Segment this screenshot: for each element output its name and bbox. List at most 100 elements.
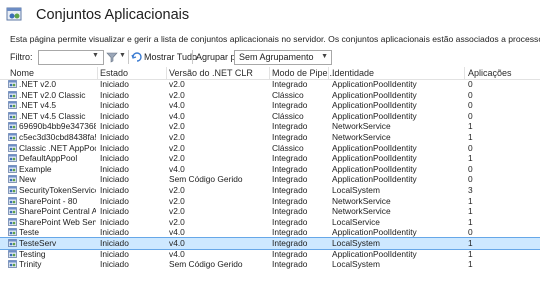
table-row[interactable]: SharePoint - 80 Iniciado v2.0 Integrado Netw… [0,196,540,207]
pool-name: TesteServ [19,237,57,248]
pool-pipeline-mode: Integrado [272,163,308,174]
table-row[interactable]: SharePoint Web Servi... Iniciado v2.0 Integ… [0,217,540,228]
pool-name: Classic .NET AppPool [19,142,96,153]
app-pool-icon [8,175,17,184]
pool-pipeline-mode: Integrado [272,79,308,89]
pool-clr-version: v2.0 [169,142,185,153]
table-row[interactable]: SharePoint Central Ad... Iniciado v2.0 Inte… [0,206,540,217]
table-row[interactable]: c5ec3d30cbd8438fa52... Iniciado v2.0 Integr… [0,132,540,143]
column-header-identity[interactable]: Identidade [332,68,374,78]
go-dropdown-icon[interactable]: ▼ [119,52,126,59]
pool-clr-version: v4.0 [169,237,185,248]
pool-applications: 0 [468,89,473,100]
column-header-name[interactable]: Nome [10,68,34,78]
show-all-button[interactable]: Mostrar Tudo [144,52,197,62]
column-header-applications[interactable]: Aplicações [468,68,512,78]
table-row[interactable]: Testing Iniciado v4.0 Integrado ApplicationP… [0,249,540,260]
pool-clr-version: v2.0 [169,206,185,217]
pool-state: Iniciado [100,174,129,185]
filter-dropdown-icon[interactable]: ▼ [92,52,99,59]
page-title: Conjuntos Aplicacionais [36,7,190,23]
pool-pipeline-mode: Integrado [272,184,308,195]
table-row[interactable]: Classic .NET AppPool Iniciado v2.0 Clássico… [0,143,540,154]
table-row[interactable]: .NET v4.5 Classic Iniciado v4.0 Clássico App… [0,111,540,122]
column-header-clr[interactable]: Versão do .NET CLR [169,68,253,78]
column-divider[interactable] [97,67,98,79]
page-header: Conjuntos Aplicacionais [0,0,540,30]
pool-identity: ApplicationPoolIdentity [332,227,417,238]
pool-applications: 0 [468,227,473,238]
column-header-state[interactable]: Estado [100,68,128,78]
pool-name: .NET v4.5 [19,100,57,111]
pool-identity: ApplicationPoolIdentity [332,142,417,153]
app-pool-icon [8,101,17,110]
pool-name: Trinity [19,259,42,270]
pool-clr-version: v2.0 [169,89,185,100]
show-all-icon[interactable] [131,51,143,63]
table-row[interactable]: .NET v2.0 Classic Iniciado v2.0 Clássico App… [0,90,540,101]
funnel-icon[interactable] [106,51,118,63]
groupby-select[interactable]: Sem Agrupamento ▼ [234,50,332,65]
pool-identity: LocalSystem [332,259,380,270]
pool-identity: NetworkService [332,121,391,132]
table-row[interactable]: TesteServ Iniciado v4.0 Integrado LocalSyste… [0,236,540,250]
pool-applications: 0 [468,142,473,153]
pool-state: Iniciado [100,259,129,270]
table-row[interactable]: Teste Iniciado v4.0 Integrado ApplicationPoo… [0,227,540,238]
table-row[interactable]: DefaultAppPool Iniciado v2.0 Integrado Appli… [0,153,540,164]
pool-name: SharePoint Web Servi... [19,216,96,227]
pool-applications: 0 [468,163,473,174]
pool-clr-version: Sem Código Gerido [169,174,243,185]
pool-state: Iniciado [100,89,129,100]
table-row[interactable]: SecurityTokenService... Iniciado v2.0 Integ… [0,185,540,196]
app-pool-icon [8,239,17,247]
pool-clr-version: v2.0 [169,184,185,195]
pool-identity: ApplicationPoolIdentity [332,163,417,174]
pool-applications: 0 [468,174,473,185]
pool-identity: ApplicationPoolIdentity [332,79,417,89]
app-pool-icon [8,249,17,258]
pool-clr-version: v2.0 [169,79,185,89]
pool-name: SharePoint Central Ad... [19,206,96,217]
pool-name: .NET v2.0 [19,79,57,89]
app-pool-icon [8,186,17,194]
pool-identity: ApplicationPoolIdentity [332,89,417,100]
pool-state: Iniciado [100,79,129,89]
app-pool-icon [8,90,17,99]
pool-identity: ApplicationPoolIdentity [332,153,417,164]
pool-name: SecurityTokenService... [19,184,96,195]
column-divider[interactable] [166,67,167,79]
pool-name: .NET v4.5 Classic [19,110,86,121]
table-row[interactable]: New Iniciado Sem Código Gerido Integrado App… [0,174,540,185]
pool-pipeline-mode: Integrado [272,206,308,217]
pool-clr-version: v4.0 [169,227,185,238]
column-divider[interactable] [269,67,270,79]
table-row[interactable]: .NET v4.5 Iniciado v4.0 Integrado Applicatio… [0,100,540,111]
pool-pipeline-mode: Integrado [272,248,308,259]
pool-pipeline-mode: Clássico [272,89,304,100]
pool-applications: 1 [468,121,473,132]
pool-clr-version: v2.0 [169,121,185,132]
pool-identity: LocalService [332,216,380,227]
pool-identity: NetworkService [332,206,391,217]
table-row[interactable]: .NET v2.0 Iniciado v2.0 Integrado Applicatio… [0,79,540,90]
app-pool-icon [8,228,17,237]
column-divider[interactable] [464,67,465,79]
pool-clr-version: v2.0 [169,131,185,142]
table-row[interactable]: Trinity Iniciado Sem Código Gerido Integrad… [0,259,540,270]
pool-applications: 1 [468,195,473,206]
pool-applications: 1 [468,153,473,164]
pool-pipeline-mode: Clássico [272,142,304,153]
pool-applications: 0 [468,110,473,121]
table-row[interactable]: Example Iniciado v4.0 Integrado ApplicationP… [0,164,540,175]
pool-pipeline-mode: Integrado [272,216,308,227]
pool-state: Iniciado [100,153,129,164]
table-row[interactable]: 69690b4bb9e3473683f... Iniciado v2.0 Integr… [0,121,540,132]
chevron-down-icon: ▼ [321,53,328,60]
app-pool-icon [8,154,17,163]
pool-pipeline-mode: Integrado [272,174,308,185]
pool-name: .NET v2.0 Classic [19,89,86,100]
pool-state: Iniciado [100,110,129,121]
pool-state: Iniciado [100,184,129,195]
column-divider[interactable] [328,67,329,79]
